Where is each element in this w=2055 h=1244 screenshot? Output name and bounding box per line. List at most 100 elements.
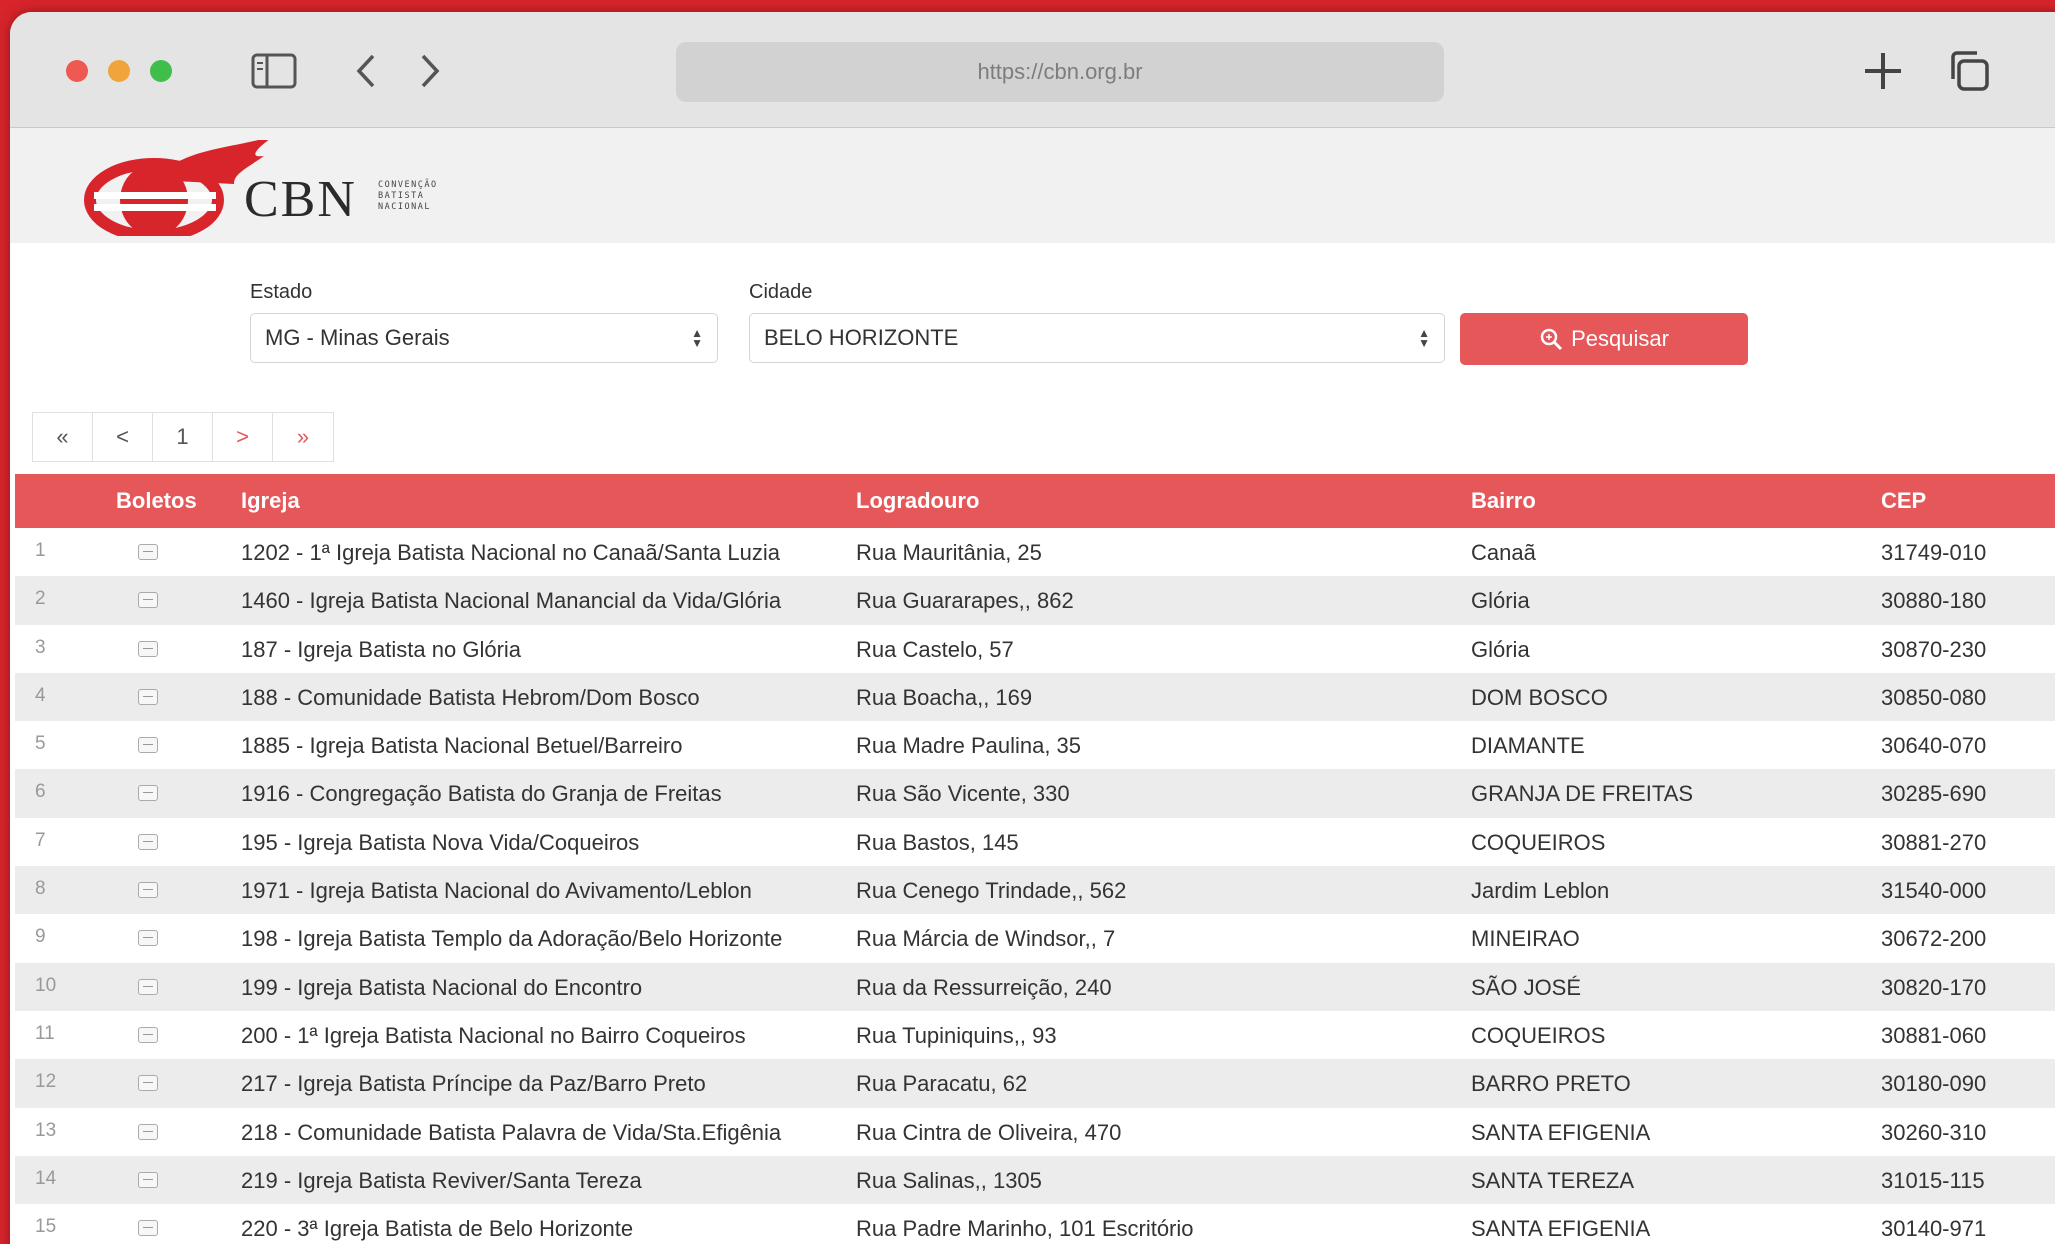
- estado-value: MG - Minas Gerais: [265, 325, 450, 350]
- cell-cep: 30672-200: [1881, 926, 1987, 952]
- boleto-icon[interactable]: [138, 833, 158, 850]
- cell-logradouro: Rua da Ressurreição, 240: [856, 974, 1112, 1000]
- boleto-icon[interactable]: [138, 978, 158, 995]
- boleto-icon[interactable]: [138, 785, 158, 802]
- boleto-icon[interactable]: [138, 688, 158, 705]
- boleto-icon[interactable]: [138, 592, 158, 609]
- cell-bairro: GRANJA DE FREITAS: [1471, 781, 1694, 807]
- page-1-button[interactable]: 1: [153, 413, 213, 461]
- col-boletos[interactable]: Boletos: [116, 488, 197, 514]
- cell-igreja: 1202 - 1ª Igreja Batista Nacional no Can…: [241, 540, 780, 565]
- tab-overview-icon[interactable]: [1944, 50, 1994, 92]
- sidebar-toggle-icon[interactable]: [250, 50, 298, 92]
- col-igreja[interactable]: Igreja: [241, 488, 300, 514]
- table-row[interactable]: 2 1460 - Igreja Batista Nacional Manancia…: [15, 576, 2055, 625]
- row-number: 14: [35, 1167, 57, 1189]
- row-number: 3: [35, 636, 46, 658]
- logo-tagline: CONVENÇÃO BATISTA NACIONAL: [378, 180, 438, 212]
- prev-page-button[interactable]: <: [93, 413, 153, 461]
- cell-cep: 31749-010: [1881, 540, 1987, 565]
- table-row[interactable]: 6 1916 - Congregação Batista do Granja de…: [15, 769, 2055, 818]
- table-row[interactable]: 13 218 - Comunidade Batista Palavra de Vi…: [15, 1108, 2055, 1156]
- select-arrows-icon: ▲ ▼: [1418, 326, 1430, 350]
- col-logradouro[interactable]: Logradouro: [856, 488, 979, 514]
- cell-igreja: 1971 - Igreja Batista Nacional do Avivam…: [241, 878, 752, 904]
- cell-cep: 31540-000: [1881, 878, 1987, 904]
- pagination: « < 1 > »: [32, 412, 334, 462]
- table-row[interactable]: 15 220 - 3ª Igreja Batista de Belo Horizo…: [15, 1204, 2055, 1244]
- cell-logradouro: Rua Guararapes,, 862: [856, 588, 1074, 614]
- back-icon[interactable]: [346, 50, 386, 92]
- boleto-icon[interactable]: [138, 930, 158, 947]
- cell-logradouro: Rua São Vicente, 330: [856, 781, 1070, 807]
- cell-cep: 30880-180: [1881, 588, 1987, 614]
- boleto-icon[interactable]: [138, 544, 158, 560]
- cell-logradouro: Rua Tupiniquins,, 93: [856, 1022, 1057, 1048]
- table-row[interactable]: 4 188 - Comunidade Batista Hebrom/Dom Bos…: [15, 672, 2055, 722]
- churches-table: Boletos Igreja Logradouro Bairro CEP 1 12…: [15, 474, 2055, 1244]
- boleto-icon[interactable]: [138, 1220, 158, 1237]
- cell-logradouro: Rua Paracatu, 62: [856, 1071, 1028, 1097]
- row-number: 5: [35, 733, 46, 755]
- cell-bairro: COQUEIROS: [1471, 1022, 1606, 1048]
- cell-bairro: SANTA EFIGENIA: [1471, 1119, 1651, 1145]
- cell-bairro: SANTA EFIGENIA: [1471, 1216, 1651, 1242]
- cell-cep: 30881-270: [1881, 829, 1987, 855]
- cell-igreja: 188 - Comunidade Batista Hebrom/Dom Bosc…: [241, 684, 700, 710]
- cell-logradouro: Rua Bastos, 145: [856, 829, 1019, 855]
- new-tab-icon[interactable]: [1858, 50, 1908, 92]
- cell-logradouro: Rua Salinas,, 1305: [856, 1167, 1042, 1193]
- cell-cep: 31015-115: [1881, 1167, 1985, 1193]
- col-bairro[interactable]: Bairro: [1471, 488, 1536, 514]
- table-header: Boletos Igreja Logradouro Bairro CEP: [15, 474, 2055, 528]
- table-row[interactable]: 14 219 - Igreja Batista Reviver/Santa Ter…: [15, 1155, 2055, 1205]
- cell-igreja: 217 - Igreja Batista Príncipe da Paz/Bar…: [241, 1071, 706, 1097]
- boleto-icon[interactable]: [138, 1026, 158, 1043]
- last-page-button[interactable]: »: [273, 413, 333, 461]
- cidade-select[interactable]: BELO HORIZONTE ▲ ▼: [749, 313, 1445, 363]
- row-number: 9: [35, 926, 46, 948]
- browser-window: https://cbn.org.br CBN CONVENÇÃO BATISTA…: [10, 12, 2055, 1244]
- boleto-icon[interactable]: [138, 1171, 158, 1188]
- table-row[interactable]: 9 198 - Igreja Batista Templo da Adoração…: [15, 914, 2055, 962]
- table-row[interactable]: 1 1202 - 1ª Igreja Batista Nacional no Ca…: [15, 528, 2055, 576]
- address-bar[interactable]: https://cbn.org.br: [676, 42, 1444, 102]
- cell-logradouro: Rua Padre Marinho, 101 Escritório: [856, 1216, 1194, 1242]
- boleto-icon[interactable]: [138, 737, 158, 754]
- cell-cep: 30870-230: [1881, 636, 1987, 662]
- next-page-button[interactable]: >: [213, 413, 273, 461]
- minimize-window-button[interactable]: [108, 60, 130, 82]
- table-row[interactable]: 5 1885 - Igreja Batista Nacional Betuel/B…: [15, 721, 2055, 769]
- maximize-window-button[interactable]: [150, 60, 172, 82]
- cell-bairro: Jardim Leblon: [1471, 878, 1610, 904]
- table-row[interactable]: 10 199 - Igreja Batista Nacional do Encon…: [15, 962, 2055, 1011]
- cell-igreja: 1916 - Congregação Batista do Granja de …: [241, 781, 722, 807]
- row-number: 4: [35, 684, 46, 706]
- col-cep[interactable]: CEP: [1881, 488, 1926, 514]
- table-row[interactable]: 8 1971 - Igreja Batista Nacional do Aviva…: [15, 866, 2055, 915]
- boleto-icon[interactable]: [138, 1075, 158, 1092]
- table-row[interactable]: 12 217 - Igreja Batista Príncipe da Paz/B…: [15, 1059, 2055, 1108]
- cell-igreja: 1885 - Igreja Batista Nacional Betuel/Ba…: [241, 733, 683, 759]
- cell-bairro: DIAMANTE: [1471, 733, 1585, 759]
- search-button[interactable]: Pesquisar: [1460, 313, 1748, 365]
- boleto-icon[interactable]: [138, 882, 158, 899]
- search-filters: Estado MG - Minas Gerais ▲ ▼ Cidade BELO …: [10, 243, 2055, 413]
- cell-logradouro: Rua Cintra de Oliveira, 470: [856, 1119, 1122, 1145]
- table-row[interactable]: 7 195 - Igreja Batista Nova Vida/Coqueiro…: [15, 818, 2055, 866]
- first-page-button[interactable]: «: [33, 413, 93, 461]
- estado-select[interactable]: MG - Minas Gerais ▲ ▼: [250, 313, 718, 363]
- table-row[interactable]: 3 187 - Igreja Batista no Glória Rua Caste…: [15, 625, 2055, 673]
- row-number: 10: [35, 974, 57, 996]
- forward-icon[interactable]: [410, 50, 450, 92]
- cidade-value: BELO HORIZONTE: [764, 325, 959, 350]
- search-button-label: Pesquisar: [1571, 326, 1669, 351]
- boleto-icon[interactable]: [138, 640, 158, 657]
- row-number: 2: [35, 588, 46, 610]
- table-row[interactable]: 11 200 - 1ª Igreja Batista Nacional no Ba…: [15, 1011, 2055, 1059]
- cell-bairro: COQUEIROS: [1471, 829, 1606, 855]
- close-window-button[interactable]: [66, 60, 88, 82]
- table-body: 1 1202 - 1ª Igreja Batista Nacional no Ca…: [15, 528, 2055, 1244]
- boleto-icon[interactable]: [138, 1123, 158, 1140]
- cell-bairro: Glória: [1471, 588, 1530, 614]
